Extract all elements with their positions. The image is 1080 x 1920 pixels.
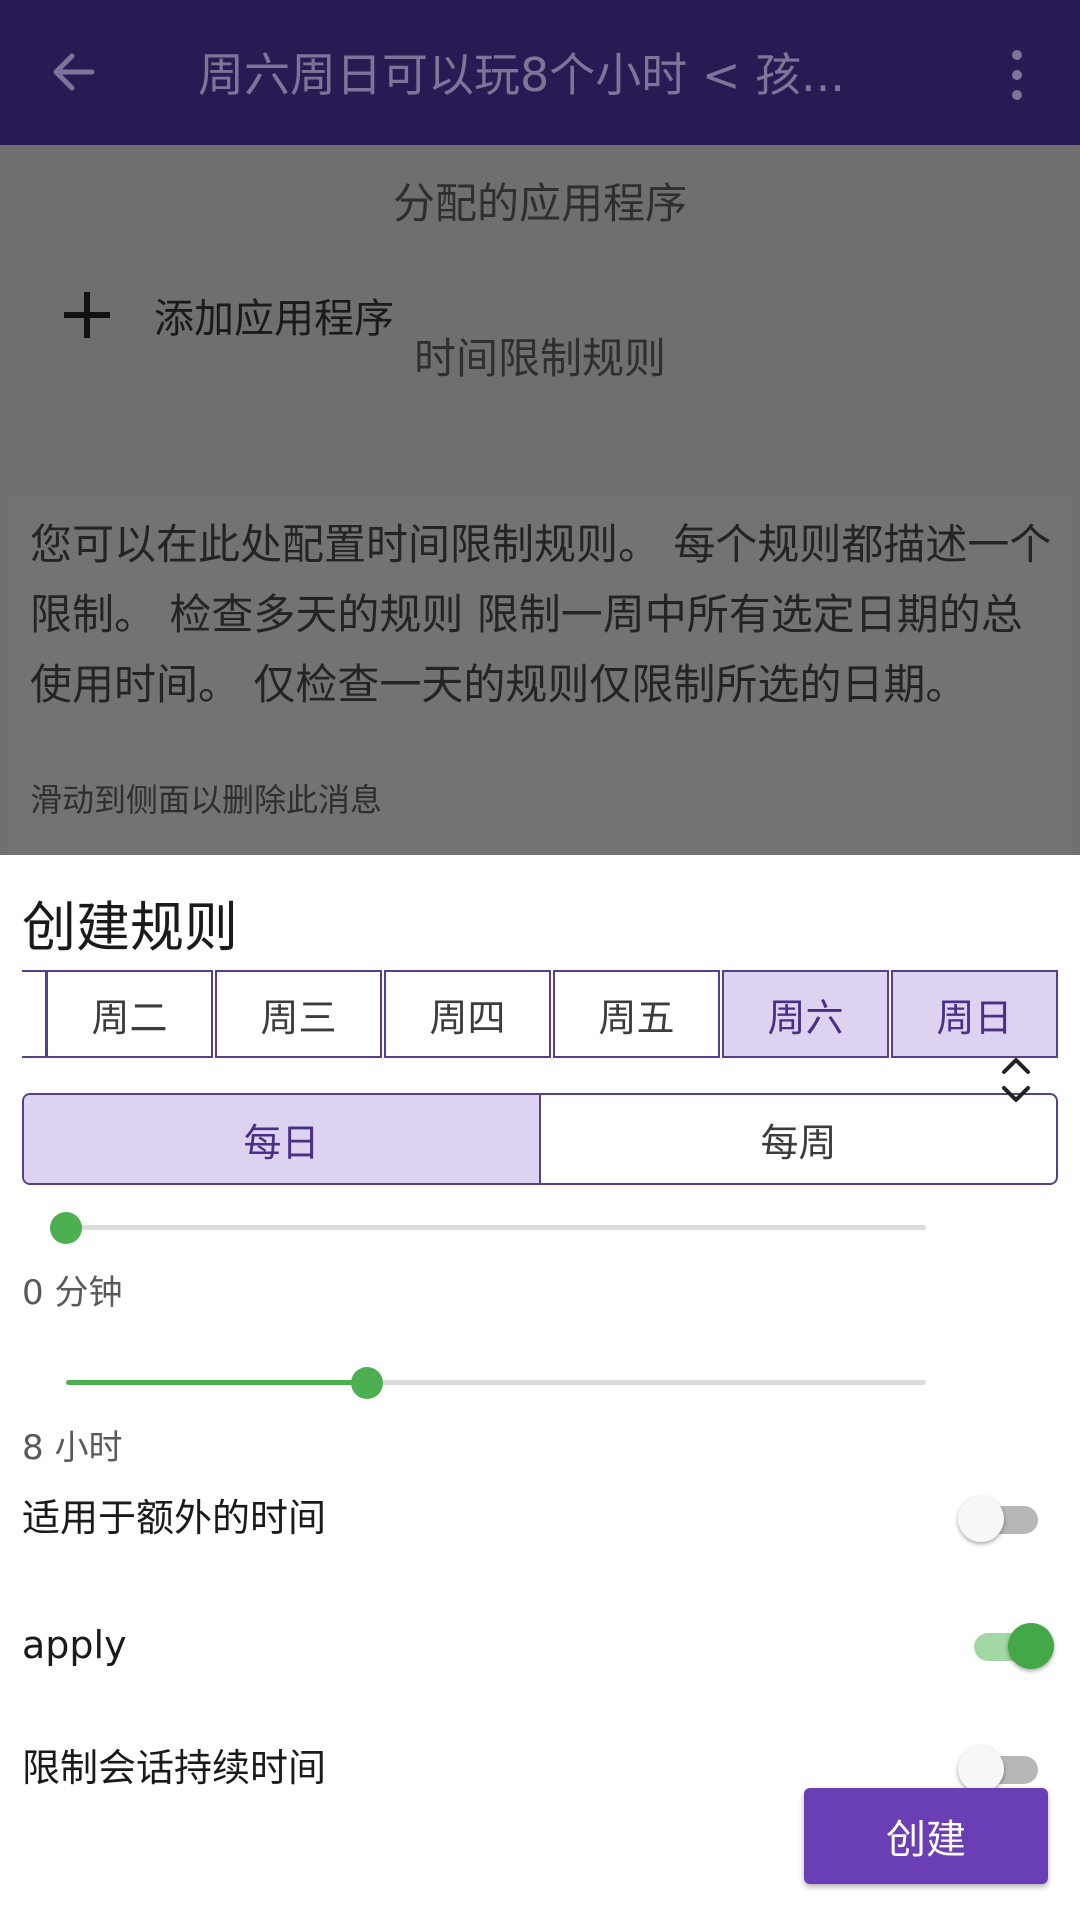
background-content: 分配的应用程序 添加应用程序 时间限制规则 您可以在此处配置时间限制规则。 每个… <box>0 145 1080 855</box>
day-toggle[interactable]: 周二 <box>46 970 213 1058</box>
time-rules-heading: 时间限制规则 <box>413 334 666 383</box>
unfold-icon <box>1002 1058 1030 1102</box>
period-weekly-option[interactable]: 每周 <box>541 1095 1056 1183</box>
day-toggle-partial[interactable] <box>22 970 47 1058</box>
apply-label: apply <box>22 1623 127 1667</box>
day-toggle[interactable]: 周六 <box>722 970 889 1058</box>
info-card[interactable]: 您可以在此处配置时间限制规则。 每个规则都描述一个限制。 检查多天的规则 限制一… <box>8 495 1072 855</box>
max-time-value: 8 小时 <box>22 1428 123 1468</box>
screen-title: 周六周日可以玩8个小时 < 孩... <box>198 48 845 102</box>
arrow-back-icon <box>53 53 95 91</box>
back-button[interactable] <box>44 42 104 102</box>
min-time-slider[interactable] <box>50 1207 926 1247</box>
slider-thumb[interactable] <box>351 1367 383 1399</box>
extra-time-row[interactable]: 适用于额外的时间 <box>22 1478 1058 1558</box>
more-options-button[interactable] <box>992 40 1042 110</box>
create-button[interactable]: 创建 <box>804 1788 1048 1884</box>
day-toggle[interactable]: 周日 <box>891 970 1058 1058</box>
info-text: 您可以在此处配置时间限制规则。 每个规则都描述一个限制。 检查多天的规则 限制一… <box>30 520 1052 709</box>
session-limit-switch[interactable] <box>958 1746 1046 1792</box>
more-vert-icon <box>1012 50 1022 60</box>
slider-thumb[interactable] <box>50 1212 82 1244</box>
period-selector[interactable]: 每日 每周 <box>22 1093 1058 1185</box>
day-selector[interactable]: 周二 周三 周四 周五 周六 周日 <box>22 970 1058 1062</box>
extra-time-label: 适用于额外的时间 <box>22 1496 327 1540</box>
create-rule-sheet: 创建规则 周二 周三 周四 周五 周六 周日 每日 每周 0 分钟 8 小时 适… <box>0 855 1080 1920</box>
app-bar: 周六周日可以玩8个小时 < 孩... <box>0 0 1080 145</box>
max-time-slider[interactable] <box>66 1362 926 1402</box>
day-toggle[interactable]: 周三 <box>215 970 382 1058</box>
session-limit-label: 限制会话持续时间 <box>22 1746 327 1790</box>
period-daily-option[interactable]: 每日 <box>24 1095 541 1183</box>
apply-switch[interactable] <box>966 1623 1054 1669</box>
extra-time-switch[interactable] <box>958 1496 1046 1542</box>
day-toggle[interactable]: 周五 <box>553 970 720 1058</box>
sheet-title: 创建规则 <box>22 896 238 959</box>
assigned-apps-heading: 分配的应用程序 <box>392 179 687 228</box>
min-time-value: 0 分钟 <box>22 1273 123 1313</box>
apply-row[interactable]: apply <box>22 1605 1058 1685</box>
expand-collapse-button[interactable] <box>996 1050 1036 1110</box>
dismiss-hint: 滑动到侧面以删除此消息 <box>30 781 383 819</box>
day-toggle[interactable]: 周四 <box>384 970 551 1058</box>
